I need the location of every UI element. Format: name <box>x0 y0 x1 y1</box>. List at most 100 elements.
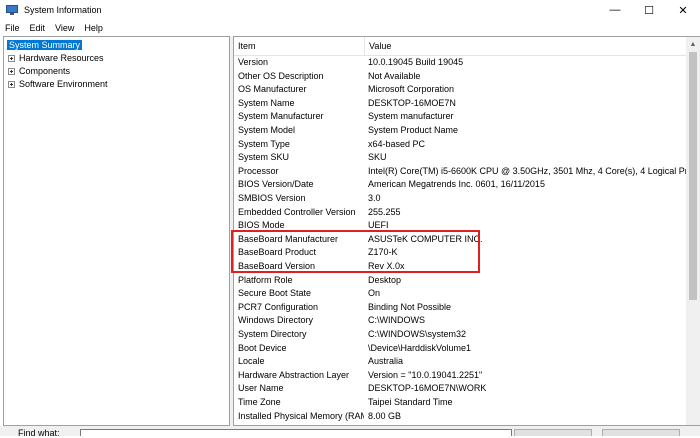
table-row[interactable]: Secure Boot State On <box>234 287 686 301</box>
table-row[interactable]: Other OS Description Not Available <box>234 70 686 84</box>
row-item-value: Australia <box>368 356 404 367</box>
scrollbar-thumb[interactable] <box>689 52 697 300</box>
row-item-name: System Type <box>238 138 290 149</box>
table-row[interactable]: Windows Directory C:\WINDOWS <box>234 314 686 328</box>
row-item-value: Microsoft Corporation <box>368 84 455 95</box>
close-find-button[interactable] <box>602 429 680 436</box>
table-row[interactable]: SMBIOS Version 3.0 <box>234 192 686 206</box>
minimize-icon: — <box>609 4 621 16</box>
table-row[interactable]: OS Manufacturer Microsoft Corporation <box>234 83 686 97</box>
system-information-app-icon <box>6 4 18 16</box>
row-item-value: On <box>368 288 381 299</box>
scroll-up-icon[interactable]: ▲ <box>686 37 700 51</box>
row-item-name: Platform Role <box>238 274 293 285</box>
row-item-name: Other OS Description <box>238 70 324 81</box>
menu-view[interactable]: View <box>50 23 79 33</box>
table-row[interactable]: Embedded Controller Version 255.255 <box>234 206 686 220</box>
row-item-value: Desktop <box>368 274 402 285</box>
row-item-value: System manufacturer <box>368 111 454 122</box>
tree-item-system-summary[interactable]: System Summary <box>7 39 83 51</box>
tree-item-hardware-resources[interactable]: Hardware Resources <box>8 52 104 64</box>
window-controls: — ☐ ✕ <box>598 0 700 20</box>
row-item-name: Boot Device <box>238 342 287 353</box>
column-header-item[interactable]: Item <box>234 37 364 55</box>
row-item-value: x64-based PC <box>368 138 426 149</box>
row-item-name: Time Zone <box>238 397 281 407</box>
row-item-value: Not Available <box>368 70 421 81</box>
row-item-value: Intel(R) Core(TM) i5-6600K CPU @ 3.50GHz… <box>368 165 690 176</box>
list-header: Item Value <box>234 37 686 56</box>
row-item-value: Binding Not Possible <box>368 301 452 312</box>
window-title: System Information <box>24 5 102 15</box>
tree-item-label: System Summary <box>7 40 83 50</box>
tree-item-label: Hardware Resources <box>19 53 104 63</box>
row-item-name: System Name <box>238 97 295 108</box>
category-tree[interactable]: System Summary Hardware Resources Compon… <box>3 36 230 426</box>
vertical-scrollbar[interactable]: ▲ <box>686 37 700 425</box>
table-row[interactable]: PCR7 Configuration Binding Not Possible <box>234 301 686 315</box>
tree-item-software-environment[interactable]: Software Environment <box>8 78 108 90</box>
tree-item-label: Software Environment <box>19 79 108 89</box>
table-row[interactable]: System Model System Product Name <box>234 124 686 138</box>
table-row[interactable]: Processor Intel(R) Core(TM) i5-6600K CPU … <box>234 165 690 179</box>
row-item-name: System Directory <box>238 329 307 339</box>
row-item-name: Version <box>238 57 269 67</box>
find-bar: Find what: <box>0 426 700 438</box>
table-row[interactable]: Locale Australia <box>234 355 686 369</box>
menu-file[interactable]: File <box>0 23 25 33</box>
table-row[interactable]: Hardware Abstraction Layer Version = "10.… <box>234 369 686 383</box>
row-item-name: Locale <box>238 356 265 367</box>
highlight-box <box>231 230 480 273</box>
table-row[interactable]: Platform Role Desktop <box>234 274 686 288</box>
table-row[interactable]: System SKU SKU <box>234 151 686 165</box>
tree-item-label: Components <box>19 66 71 76</box>
find-button[interactable] <box>514 429 592 436</box>
row-item-value: 10.0.19045 Build 19045 <box>368 57 464 67</box>
row-item-value: System Product Name <box>368 125 459 135</box>
table-row[interactable]: User Name DESKTOP-16MOE7N\WORK <box>234 382 686 396</box>
expand-icon[interactable] <box>8 68 15 76</box>
find-input[interactable] <box>80 429 512 436</box>
column-header-value[interactable]: Value <box>365 37 669 55</box>
find-label: Find what: <box>18 428 60 438</box>
row-item-value: Version = "10.0.19041.2251" <box>368 369 483 380</box>
row-item-name: User Name <box>238 383 284 394</box>
row-item-value: \Device\HarddiskVolume1 <box>368 342 472 353</box>
table-row[interactable]: BIOS Version/Date American Megatrends Inc… <box>234 178 686 192</box>
minimize-button[interactable]: — <box>598 0 632 20</box>
table-row[interactable]: Installed Physical Memory (RAM) 8.00 GB <box>234 410 686 424</box>
table-row[interactable]: System Directory C:\WINDOWS\system32 <box>234 328 686 342</box>
close-icon: ✕ <box>678 4 688 17</box>
row-item-name: Embedded Controller Version <box>238 206 356 217</box>
menu-edit[interactable]: Edit <box>25 23 51 33</box>
tree-item-components[interactable]: Components <box>8 65 70 77</box>
row-item-value: C:\WINDOWS\system32 <box>368 329 467 339</box>
row-item-value: 3.0 <box>368 193 381 203</box>
table-row[interactable]: Time Zone Taipei Standard Time <box>234 396 686 410</box>
row-item-name: PCR7 Configuration <box>238 301 319 312</box>
maximize-button[interactable]: ☐ <box>632 0 666 20</box>
row-item-value: SKU <box>368 152 387 163</box>
row-item-name: Windows Directory <box>238 315 314 326</box>
row-item-value: DESKTOP-16MOE7N\WORK <box>368 383 487 394</box>
table-row[interactable]: System Name DESKTOP-16MOE7N <box>234 97 686 111</box>
table-row[interactable]: System Manufacturer System manufacturer <box>234 110 686 124</box>
expand-icon[interactable] <box>8 81 15 89</box>
row-item-value: Taipei Standard Time <box>368 397 453 407</box>
title-bar: System Information — ☐ ✕ <box>0 0 700 20</box>
row-item-name: Hardware Abstraction Layer <box>238 369 350 380</box>
row-item-name: OS Manufacturer <box>238 84 307 95</box>
table-row[interactable]: Version 10.0.19045 Build 19045 <box>234 56 686 70</box>
row-item-value: DESKTOP-16MOE7N <box>368 97 456 108</box>
table-row[interactable]: System Type x64-based PC <box>234 138 686 152</box>
maximize-icon: ☐ <box>644 4 654 17</box>
row-item-name: Processor <box>238 165 279 176</box>
row-item-value: C:\WINDOWS <box>368 315 425 326</box>
table-row[interactable]: Boot Device \Device\HarddiskVolume1 <box>234 342 686 356</box>
close-button[interactable]: ✕ <box>666 0 700 20</box>
row-item-name: System Model <box>238 125 296 135</box>
row-item-value: 8.00 GB <box>368 410 402 421</box>
row-item-name: BIOS Version/Date <box>238 179 314 190</box>
menu-help[interactable]: Help <box>79 23 108 33</box>
expand-icon[interactable] <box>8 55 15 63</box>
